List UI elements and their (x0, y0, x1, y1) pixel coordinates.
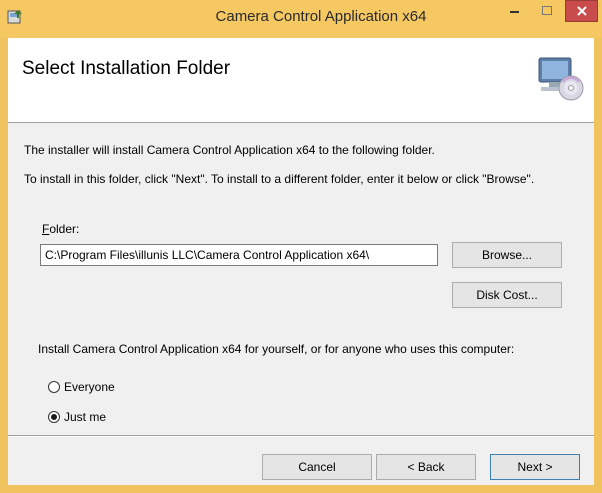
close-icon (576, 6, 587, 16)
folder-label-text: older: (49, 222, 80, 236)
radio-everyone[interactable]: Everyone (48, 380, 115, 394)
footer-divider (8, 435, 594, 437)
maximize-icon (542, 6, 552, 15)
back-button[interactable]: < Back (376, 454, 476, 480)
close-button[interactable] (565, 0, 598, 22)
radio-label-everyone: Everyone (64, 380, 115, 394)
radio-label-just-me: Just me (64, 410, 107, 424)
minimize-button[interactable] (500, 0, 530, 22)
title-bar[interactable]: Camera Control Application x64 (0, 0, 602, 38)
radio-selected-dot (51, 414, 57, 420)
folder-path-input[interactable] (40, 244, 438, 266)
radio-button[interactable] (48, 381, 60, 393)
folder-label: Folder: (42, 222, 79, 236)
instructions-text: To install in this folder, click "Next".… (24, 172, 535, 186)
page-title: Select Installation Folder (22, 58, 231, 79)
header-banner: Select Installation Folder (8, 38, 594, 123)
radio-just-me[interactable]: Just me (48, 410, 106, 424)
radio-button-selected[interactable] (48, 411, 60, 423)
cancel-button[interactable]: Cancel (262, 454, 372, 480)
install-for-text: Install Camera Control Application x64 f… (38, 342, 515, 356)
installer-window: Camera Control Application x64 Select In… (0, 0, 602, 493)
next-button[interactable]: Next > (490, 454, 580, 480)
browse-button[interactable]: Browse... (452, 242, 562, 268)
maximize-button[interactable] (532, 0, 562, 22)
intro-text: The installer will install Camera Contro… (24, 143, 435, 157)
minimize-icon (510, 11, 519, 13)
dialog-client-area: Select Installation Folder The installer… (8, 38, 594, 485)
disk-cost-button[interactable]: Disk Cost... (452, 282, 562, 308)
computer-disc-icon (535, 52, 585, 102)
